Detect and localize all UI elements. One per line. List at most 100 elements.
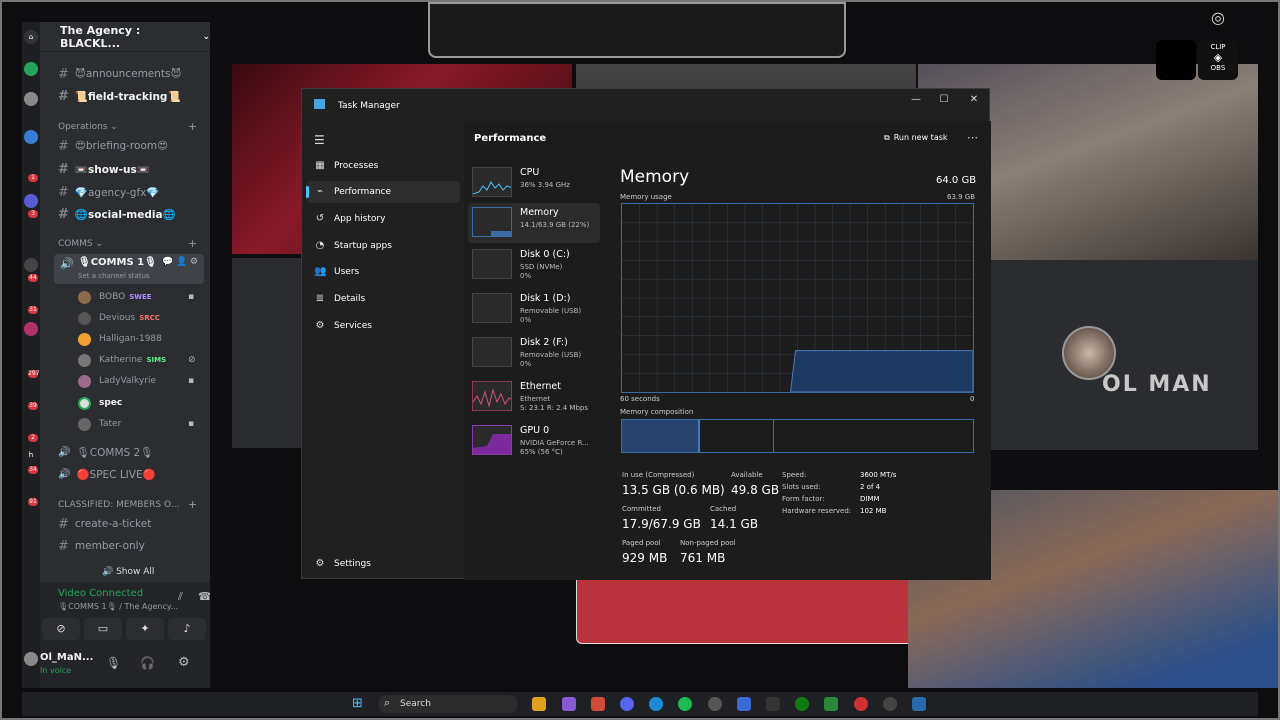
voice-user[interactable]: Tater [78,415,121,433]
category-operations[interactable]: Operations ⌄ [58,122,118,132]
server-header[interactable]: The Agency : BLACKL... ⌄ [40,22,210,52]
hash-icon: # [58,206,69,222]
nav-performance[interactable]: ⌁ Performance [306,181,460,203]
clip-icon[interactable]: ◎ [1200,8,1236,38]
voice-user[interactable]: BOBO SWEE [78,288,152,306]
voice-status-hint[interactable]: Set a channel status [78,272,150,280]
channel-show-us[interactable]: # 📼show-us📼 [58,160,150,178]
channel-create-a-ticket[interactable]: # create-a-ticket [58,515,151,533]
show-all-button[interactable]: 🔊 Show All [102,567,154,577]
gear-icon[interactable]: ⚙ [190,257,198,267]
voice-user[interactable]: Katherine SIMS [78,351,166,369]
speaker-icon: 🔊 [58,468,71,480]
resource-memory[interactable]: Memory 14.1/63.9 GB (22%) [468,203,600,243]
resource-ethernet[interactable]: Ethernet Ethernet S: 23.1 R: 2.4 Mbps [468,377,600,417]
nav-app-history[interactable]: ↺ App history [306,208,460,230]
channel-social-media[interactable]: # 🌐social-media🌐 [58,205,176,223]
voice-user[interactable]: LadyValkyrie [78,372,156,390]
camera-off-button[interactable]: ⊘ [42,618,80,640]
chevron-down-icon: ⌄ [202,31,210,42]
channel-member-only[interactable]: # member-only [58,537,145,555]
voice-channel-spec-live[interactable]: 🔊 🔴SPEC LIVE🔴 [58,465,156,483]
spotify-icon[interactable] [678,697,692,711]
add-channel-icon[interactable]: + [188,498,197,511]
edge-icon[interactable] [649,697,663,711]
disconnect-icon[interactable]: ☎ [198,590,210,603]
nav-users[interactable]: 👥 Users [306,261,460,283]
soundboard-button[interactable]: ♪ [168,618,206,640]
resource-disk-0[interactable]: Disk 0 (C:) SSD (NVMe) 0% [468,245,600,285]
app-icon[interactable] [708,697,722,711]
resource-disk-2[interactable]: Disk 2 (F:) Removable (USB) 0% [468,333,600,373]
xbox-icon[interactable] [795,697,809,711]
app-icon[interactable] [591,697,605,711]
server-icon[interactable] [24,130,38,144]
activity-button[interactable]: ✦ [126,618,164,640]
resource-gpu[interactable]: GPU 0 NVIDIA GeForce R... 65% (56 °C) [468,421,600,461]
minimize-button[interactable]: — [902,91,930,109]
app-icon[interactable] [854,697,868,711]
close-button[interactable]: ✕ [960,91,988,109]
voice-user[interactable]: spec [78,394,122,412]
server-icon[interactable] [24,258,38,272]
resource-cpu[interactable]: CPU 36% 3.94 GHz [468,163,600,203]
microphone-icon[interactable]: 🎙 [106,656,121,670]
cpu-thumbnail [472,167,512,197]
voice-channel-comms-2[interactable]: 🔊 🎙COMMS 2🎙 [58,443,154,461]
screen-share-button[interactable]: ▭ [84,618,122,640]
category-comms[interactable]: COMMS ⌄ [58,239,103,249]
voice-channel-active[interactable]: 🔊 🎙COMMS 1🎙 Set a channel status 💬 👤 ⚙ [54,254,204,284]
category-classified[interactable]: CLASSIFIED: MEMBERS O... [58,500,179,510]
add-channel-icon[interactable]: + [188,120,197,133]
taskbar-search[interactable]: Search [378,695,518,713]
channel-field-tracking[interactable]: # 📜field-tracking📜 [58,87,181,105]
add-channel-icon[interactable]: + [188,237,197,250]
task-manager-taskbar-icon[interactable] [912,697,926,711]
add-user-icon[interactable]: 👤 [176,257,187,267]
run-new-task-button[interactable]: ⧉ Run new task [884,133,948,143]
maximize-button[interactable]: ☐ [930,91,958,109]
copilot-icon[interactable] [562,697,576,711]
nav-services[interactable]: ⚙ Services [306,315,460,337]
server-icon[interactable] [24,322,38,336]
nav-processes[interactable]: ▦ Processes [306,155,460,177]
category-label: CLASSIFIED: MEMBERS O... [58,500,180,510]
server-icon[interactable] [24,194,38,208]
discord-taskbar-icon[interactable] [620,697,634,711]
self-avatar[interactable] [24,652,38,666]
unread-badge: 2 [28,434,38,442]
file-explorer-icon[interactable] [532,697,546,711]
channel-agency-gfx[interactable]: # 💎agency-gfx💎 [58,183,159,201]
channel-briefing-room[interactable]: # 😍briefing-room😍 [58,137,168,155]
voice-user[interactable]: Devious SRCC [78,309,160,327]
unread-badge: 1 [28,174,38,182]
app-icon[interactable] [766,697,780,711]
hamburger-menu-icon[interactable]: ☰ [314,133,325,147]
channel-announcements[interactable]: # 😈announcements😈 [58,65,181,83]
chat-icon[interactable]: 💬 [162,257,173,267]
nav-details[interactable]: ≣ Details [306,288,460,310]
self-name[interactable]: Ol_MaN... [40,652,93,663]
app-icon[interactable] [737,697,751,711]
server-icon[interactable] [24,62,38,76]
gear-icon[interactable]: ⚙ [178,655,190,670]
video-connected-status[interactable]: Video Connected [58,588,143,599]
resource-usage: 65% (56 °C) [520,448,563,456]
list-icon: ≣ [315,293,325,304]
obs-clip-button[interactable]: CLIP ◈ OBS [1198,40,1238,80]
noise-suppression-icon[interactable]: ⫽ [178,590,183,604]
voice-user[interactable]: Halligan-1988 [78,330,162,348]
resource-detail: NVIDIA GeForce R... [520,439,589,447]
nav-startup-apps[interactable]: ◔ Startup apps [306,235,460,257]
headphones-icon[interactable]: 🎧 [140,656,155,670]
channel-label: 📜field-tracking📜 [74,90,181,103]
more-options-icon[interactable]: ⋯ [967,131,978,144]
app-icon[interactable] [824,697,838,711]
server-icon[interactable] [24,92,38,106]
server-icon[interactable]: h [24,448,38,462]
discord-home-icon[interactable]: ⌂ [24,30,38,44]
windows-start-icon[interactable]: ⊞ [352,696,363,711]
nav-settings[interactable]: ⚙ Settings [306,553,460,575]
resource-disk-1[interactable]: Disk 1 (D:) Removable (USB) 0% [468,289,600,329]
obs-taskbar-icon[interactable] [883,697,897,711]
